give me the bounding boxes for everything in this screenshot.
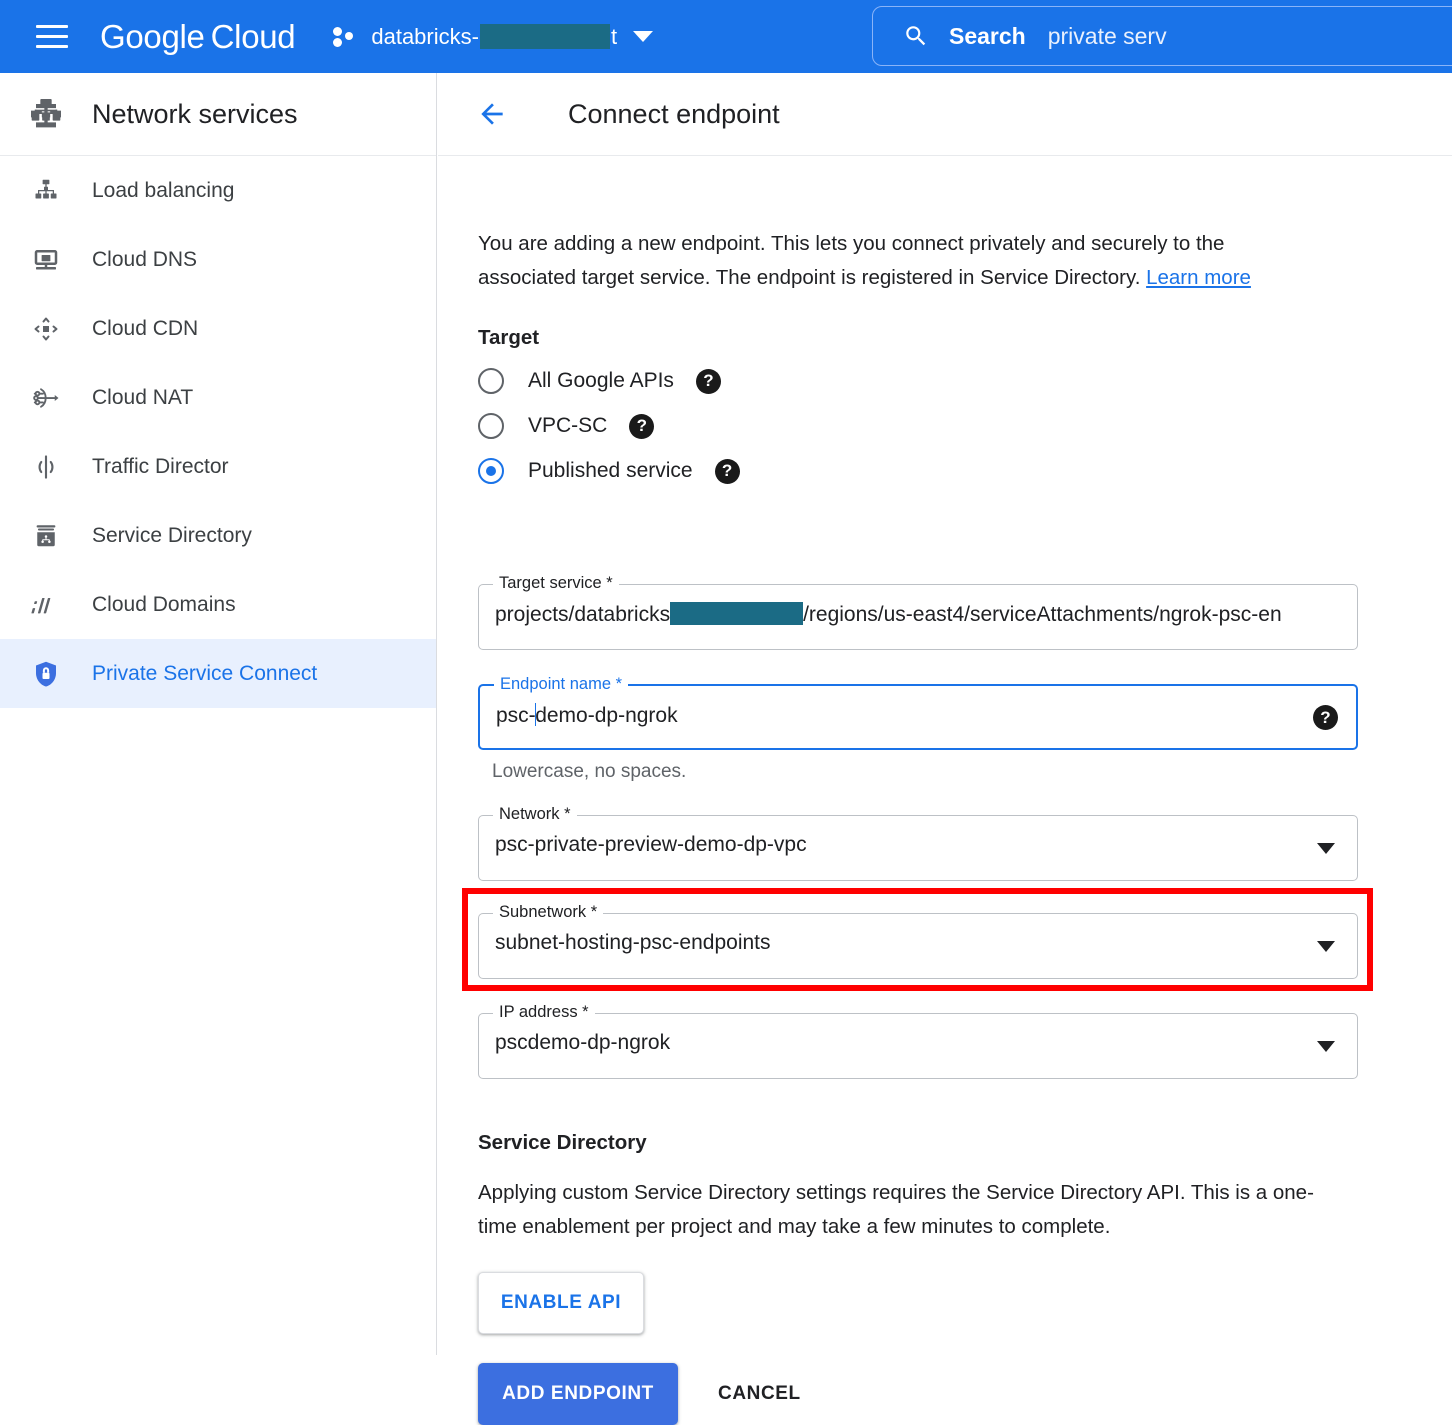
cloud-dns-icon: [0, 245, 92, 275]
cloud-nat-icon: [0, 383, 92, 413]
project-name: databricks-t: [371, 24, 617, 50]
intro-text: You are adding a new endpoint. This lets…: [478, 231, 1225, 289]
endpoint-name-field[interactable]: Endpoint name * psc-demo-dp-ngrok ?: [478, 675, 1358, 750]
project-name-suffix: t: [610, 23, 618, 49]
shield-lock-icon: [0, 659, 92, 689]
ip-address-value: pscdemo-dp-ngrok: [495, 1031, 671, 1054]
radio-option-published-service[interactable]: Published service ?: [478, 458, 740, 484]
cloud-domains-icon: [0, 590, 92, 620]
target-service-label: Target service *: [493, 574, 619, 593]
dropdown-caret-icon[interactable]: [1317, 1041, 1335, 1052]
target-service-suffix: /regions/us-east4/serviceAttachments/ngr…: [803, 603, 1282, 626]
sidebar-item-load-balancing[interactable]: Load balancing: [0, 156, 436, 225]
radio-label: VPC-SC: [528, 414, 608, 437]
radio-label: Published service: [528, 459, 693, 482]
search-input[interactable]: private serv: [1048, 23, 1167, 50]
subnetwork-label: Subnetwork *: [493, 903, 604, 922]
hamburger-bar: [36, 25, 68, 28]
chevron-down-icon[interactable]: [633, 31, 654, 42]
help-icon[interactable]: ?: [714, 458, 740, 484]
target-service-prefix: projects/databricks: [495, 603, 671, 626]
help-icon[interactable]: ?: [695, 368, 721, 394]
network-label: Network *: [493, 805, 577, 824]
endpoint-name-input[interactable]: psc-demo-dp-ngrok: [496, 703, 1338, 728]
project-selector[interactable]: databricks-t: [333, 17, 654, 57]
hamburger-bar: [36, 35, 68, 38]
endpoint-name-after-caret: demo-dp-ngrok: [535, 704, 678, 727]
hamburger-menu-icon[interactable]: [26, 11, 78, 63]
page-header: Connect endpoint: [438, 73, 1452, 156]
enable-api-button[interactable]: ENABLE API: [478, 1272, 644, 1334]
help-icon[interactable]: ?: [1313, 705, 1338, 730]
subnetwork-value: subnet-hosting-psc-endpoints: [495, 931, 771, 954]
sidebar-item-traffic-director[interactable]: Traffic Director: [0, 432, 436, 501]
sidebar-header: Network services: [0, 73, 436, 156]
target-service-field[interactable]: Target service * projects/databricks/reg…: [478, 574, 1358, 650]
target-service-value[interactable]: projects/databricks/regions/us-east4/ser…: [495, 602, 1337, 627]
sidebar-title: Network services: [92, 98, 298, 129]
service-directory-description: Applying custom Service Directory settin…: [478, 1181, 1314, 1238]
cancel-button[interactable]: CANCEL: [700, 1363, 850, 1425]
endpoint-name-before-caret: psc-: [496, 704, 536, 727]
add-endpoint-button[interactable]: ADD ENDPOINT: [478, 1363, 678, 1425]
subnetwork-select[interactable]: Subnetwork * subnet-hosting-psc-endpoint…: [478, 903, 1358, 979]
radio-indicator[interactable]: [478, 368, 504, 394]
hamburger-bar: [36, 45, 68, 48]
sidebar-item-cloud-dns[interactable]: Cloud DNS: [0, 225, 436, 294]
sidebar-item-label: Load balancing: [92, 178, 235, 202]
google-cloud-logo[interactable]: Google Cloud: [100, 17, 296, 56]
sidebar-item-cloud-nat[interactable]: Cloud NAT: [0, 363, 436, 432]
sidebar-item-label: Traffic Director: [92, 454, 229, 478]
ip-address-label: IP address *: [493, 1003, 595, 1022]
project-name-prefix: databricks-: [371, 23, 479, 49]
endpoint-name-hint: Lowercase, no spaces.: [492, 761, 687, 782]
ip-address-select[interactable]: IP address * pscdemo-dp-ngrok: [478, 1003, 1358, 1079]
load-balancing-icon: [0, 176, 92, 206]
search-label: Search: [949, 22, 1026, 49]
sidebar-item-service-directory[interactable]: Service Directory: [0, 501, 436, 570]
learn-more-link[interactable]: Learn more: [1146, 266, 1251, 289]
search-bar[interactable]: Search private serv: [872, 6, 1452, 66]
project-icon: [333, 26, 359, 48]
sidebar-item-cloud-cdn[interactable]: Cloud CDN: [0, 294, 436, 363]
target-section-heading: Target: [478, 326, 540, 349]
sidebar-item-label: Service Directory: [92, 523, 252, 547]
sidebar: Network services Load balancing Cloud DN…: [0, 73, 437, 1355]
network-select[interactable]: Network * psc-private-preview-demo-dp-vp…: [478, 805, 1358, 881]
cloud-cdn-icon: [0, 314, 92, 344]
brand-google: Google: [100, 17, 205, 55]
back-arrow-icon[interactable]: [476, 98, 508, 130]
main-pane: Connect endpoint You are adding a new en…: [438, 73, 1452, 1425]
help-icon[interactable]: ?: [629, 413, 655, 439]
intro-paragraph: You are adding a new endpoint. This lets…: [478, 227, 1323, 295]
radio-indicator[interactable]: [478, 458, 504, 484]
search-icon: [903, 23, 929, 49]
sidebar-item-label: Cloud NAT: [92, 385, 194, 409]
radio-option-vpc-sc[interactable]: VPC-SC ?: [478, 413, 655, 439]
top-app-bar: Google Cloud databricks-t Search private …: [0, 0, 1452, 73]
sidebar-item-label: Cloud Domains: [92, 592, 236, 616]
radio-option-all-google-apis[interactable]: All Google APIs ?: [478, 368, 721, 394]
redaction-block: [670, 602, 804, 625]
sidebar-item-cloud-domains[interactable]: Cloud Domains: [0, 570, 436, 639]
sidebar-item-private-service-connect[interactable]: Private Service Connect: [0, 639, 436, 708]
radio-indicator[interactable]: [478, 413, 504, 439]
redaction-block: [479, 24, 610, 49]
dropdown-caret-icon[interactable]: [1317, 843, 1335, 854]
traffic-director-icon: [0, 452, 92, 482]
sidebar-item-label: Cloud CDN: [92, 316, 199, 340]
page-title: Connect endpoint: [568, 98, 780, 129]
service-directory-icon: [0, 521, 92, 551]
network-services-icon: [0, 94, 92, 134]
dropdown-caret-icon[interactable]: [1317, 941, 1335, 952]
network-value: psc-private-preview-demo-dp-vpc: [495, 833, 807, 856]
sidebar-item-label: Cloud DNS: [92, 247, 198, 271]
sidebar-item-label: Private Service Connect: [92, 661, 318, 685]
brand-cloud: Cloud: [210, 17, 296, 55]
endpoint-name-label: Endpoint name *: [494, 675, 629, 694]
service-directory-heading: Service Directory: [478, 1131, 647, 1154]
radio-label: All Google APIs: [528, 369, 674, 392]
